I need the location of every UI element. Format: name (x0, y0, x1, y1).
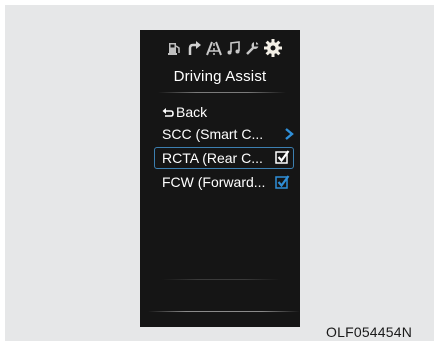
menu-item-rcta[interactable]: RCTA (Rear C... (154, 147, 294, 169)
divider (148, 311, 300, 312)
road-lanes-icon[interactable] (206, 40, 222, 56)
checkbox-checked-icon[interactable] (275, 175, 290, 190)
back-menu-item[interactable]: Back (154, 102, 294, 122)
figure-code: OLF054454N (326, 324, 413, 340)
music-note-icon[interactable] (226, 40, 242, 56)
navigation-arrow-icon[interactable] (186, 40, 202, 56)
divider (162, 279, 280, 280)
title-divider (158, 92, 286, 93)
cluster-display: Driving Assist Back SCC (Smart C... RCTA… (140, 30, 300, 327)
menu-item-label: FCW (Forward... (162, 174, 266, 190)
menu-item-label: RCTA (Rear C... (162, 150, 263, 166)
gear-icon[interactable] (263, 38, 283, 58)
tab-icon-bar (140, 38, 300, 58)
back-arrow-icon (162, 106, 174, 118)
back-label: Back (176, 104, 208, 120)
menu-item-scc[interactable]: SCC (Smart C... (154, 124, 294, 144)
menu-item-fcw[interactable]: FCW (Forward... (154, 172, 294, 192)
checkbox-checked-icon[interactable] (275, 150, 290, 165)
fuel-icon[interactable] (166, 40, 182, 56)
chevron-right-icon (284, 128, 294, 140)
menu-item-label: SCC (Smart C... (162, 126, 264, 142)
menu-title: Driving Assist (173, 68, 267, 85)
wrench-icon[interactable] (244, 40, 260, 56)
